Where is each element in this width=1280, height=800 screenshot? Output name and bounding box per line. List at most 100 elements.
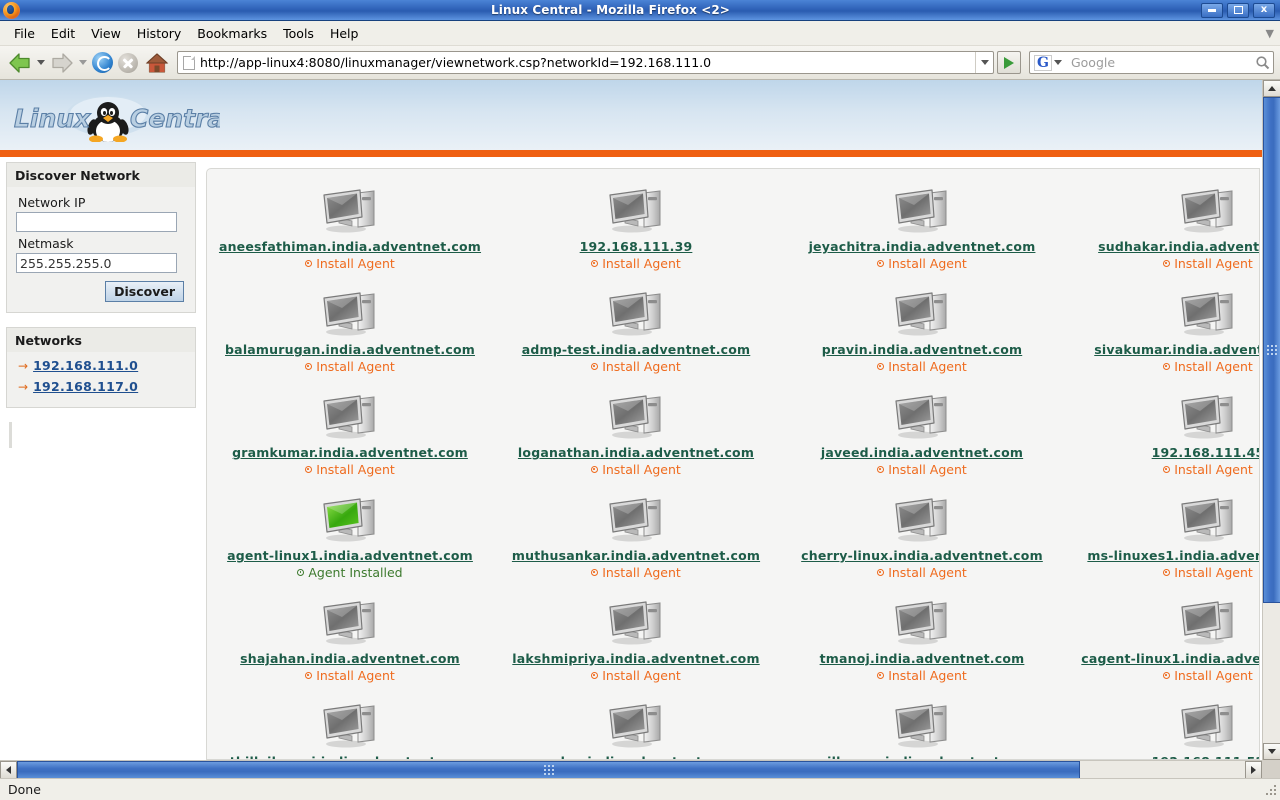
install-agent-link[interactable]: Install Agent [1163, 462, 1253, 477]
host-name-link[interactable]: 192.168.111.39 [580, 239, 693, 254]
install-agent-link[interactable]: Install Agent [305, 462, 395, 477]
url-history-dropdown-icon[interactable] [975, 52, 993, 73]
menu-view[interactable]: View [83, 23, 129, 44]
install-agent-link[interactable]: Install Agent [591, 462, 681, 477]
host-name-link[interactable]: ms-linuxes1.india.adventnet.com [1087, 548, 1259, 563]
scroll-right-button[interactable] [1245, 761, 1262, 779]
host-cell: ms-linuxes1.india.adventnet.com Install A… [1065, 488, 1259, 591]
host-name-link[interactable]: tmanoj.india.adventnet.com [820, 651, 1025, 666]
computer-icon [1176, 494, 1240, 547]
restore-button[interactable] [1227, 2, 1249, 18]
host-cell: admp-test.india.adventnet.com Install Age… [493, 282, 779, 385]
vertical-scrollbar-thumb[interactable] [1263, 97, 1280, 603]
network-link-192-168-117-0[interactable]: 192.168.117.0 [33, 379, 138, 394]
discover-button[interactable]: Discover [105, 281, 184, 302]
window-title: Linux Central - Mozilla Firefox <2> [491, 3, 730, 17]
network-ip-input[interactable] [16, 212, 177, 232]
sidebar: Discover Network Network IP Netmask 255.… [6, 162, 196, 448]
install-agent-link[interactable]: Install Agent [1163, 256, 1253, 271]
install-agent-link[interactable]: Install Agent [591, 668, 681, 683]
search-icon[interactable] [1251, 55, 1273, 70]
computer-icon [895, 601, 947, 645]
host-name-link[interactable]: cherry-linux.india.adventnet.com [801, 548, 1043, 563]
install-agent-link[interactable]: Install Agent [877, 462, 967, 477]
host-name-link[interactable]: muthusankar.india.adventnet.com [512, 548, 760, 563]
host-cell: anilkumar.india.adventnet.comInstall Age… [779, 694, 1065, 759]
menu-bookmarks[interactable]: Bookmarks [189, 23, 275, 44]
computer-icon [1181, 498, 1233, 542]
resize-grip-icon[interactable] [1264, 783, 1278, 797]
install-agent-link[interactable]: Install Agent [877, 668, 967, 683]
host-name-link[interactable]: lakshmipriya.india.adventnet.com [512, 651, 759, 666]
host-name-link[interactable]: admp-test.india.adventnet.com [522, 342, 751, 357]
menu-help[interactable]: Help [322, 23, 367, 44]
install-agent-link[interactable]: Install Agent [1163, 359, 1253, 374]
reload-icon[interactable] [92, 52, 113, 73]
menu-edit[interactable]: Edit [43, 23, 83, 44]
computer-icon [1181, 189, 1233, 233]
host-name-link[interactable]: sudhakar.india.adventnet.com [1098, 239, 1259, 254]
discover-network-title: Discover Network [7, 163, 195, 187]
host-name-link[interactable]: agent-linux1.india.adventnet.com [227, 548, 473, 563]
install-agent-link[interactable]: Install Agent [1163, 668, 1253, 683]
host-name-link[interactable]: gramkumar.india.adventnet.com [232, 445, 468, 460]
network-list-item[interactable]: → 192.168.117.0 [16, 376, 186, 397]
menu-file[interactable]: File [6, 23, 43, 44]
host-name-link[interactable]: jeyachitra.india.adventnet.com [809, 239, 1036, 254]
linux-central-logo[interactable]: Linux Central [10, 94, 234, 143]
host-cell: 192.168.111.45 Install Agent [1065, 385, 1259, 488]
install-agent-link[interactable]: Install Agent [1163, 565, 1253, 580]
url-input[interactable]: http://app-linux4:8080/linuxmanager/view… [200, 55, 975, 70]
host-cell: pravin.india.adventnet.com Install Agent [779, 282, 1065, 385]
horizontal-scrollbar-thumb[interactable] [17, 761, 1080, 779]
firefox-icon [3, 1, 20, 19]
netmask-input[interactable]: 255.255.255.0 [16, 253, 177, 273]
install-agent-link[interactable]: Install Agent [591, 359, 681, 374]
host-cell: sudhakar.india.adventnet.com Install Agen… [1065, 179, 1259, 282]
host-name-link[interactable]: javeed.india.adventnet.com [821, 445, 1023, 460]
menu-tools[interactable]: Tools [275, 23, 322, 44]
search-engine-dropdown-icon[interactable] [1053, 60, 1062, 65]
host-name-link[interactable]: 192.168.111.45 [1152, 445, 1259, 460]
menu-history[interactable]: History [129, 23, 189, 44]
home-icon[interactable] [145, 52, 169, 74]
horizontal-scrollbar[interactable] [0, 760, 1262, 779]
host-grid: aneesfathiman.india.adventnet.com Install… [207, 179, 1259, 759]
url-bar[interactable]: http://app-linux4:8080/linuxmanager/view… [177, 51, 994, 74]
install-agent-link[interactable]: Install Agent [591, 565, 681, 580]
back-dropdown-icon[interactable] [37, 60, 45, 65]
network-list-item[interactable]: → 192.168.111.0 [16, 355, 186, 376]
install-agent-link[interactable]: Install Agent [305, 256, 395, 271]
host-cell: 192.168.111.52Install Agent [1065, 694, 1259, 759]
host-name-link[interactable]: pravin.india.adventnet.com [822, 342, 1022, 357]
vertical-scrollbar[interactable] [1262, 80, 1280, 760]
host-cell: shajahan.india.adventnet.com Install Agen… [207, 591, 493, 694]
back-icon[interactable] [6, 49, 34, 77]
status-bar: Done [0, 778, 1280, 800]
install-agent-link[interactable]: Install Agent [877, 256, 967, 271]
install-agent-link[interactable]: Install Agent [305, 668, 395, 683]
install-agent-link[interactable]: Install Agent [877, 359, 967, 374]
host-name-link[interactable]: balamurugan.india.adventnet.com [225, 342, 475, 357]
forward-dropdown-icon[interactable] [79, 60, 87, 65]
host-name-link[interactable]: sivakumar.india.adventnet.com [1094, 342, 1259, 357]
host-name-link[interactable]: aneesfathiman.india.adventnet.com [219, 239, 481, 254]
toolbar-expander-icon[interactable]: ▼ [1266, 27, 1274, 40]
host-name-link[interactable]: loganathan.india.adventnet.com [518, 445, 754, 460]
host-name-link[interactable]: cagent-linux1.india.adventnet.com [1081, 651, 1259, 666]
computer-icon [890, 597, 954, 650]
scroll-left-button[interactable] [0, 761, 17, 779]
search-input[interactable]: Google [1065, 55, 1251, 70]
network-link-192-168-111-0[interactable]: 192.168.111.0 [33, 358, 138, 373]
scroll-up-button[interactable] [1263, 80, 1280, 97]
install-agent-link[interactable]: Install Agent [591, 256, 681, 271]
minimize-button[interactable] [1201, 2, 1223, 18]
host-name-link[interactable]: shajahan.india.adventnet.com [240, 651, 460, 666]
install-agent-link[interactable]: Install Agent [877, 565, 967, 580]
search-bar[interactable]: G Google [1029, 51, 1274, 74]
go-button[interactable] [997, 51, 1021, 74]
menu-bar: File Edit View History Bookmarks Tools H… [0, 21, 1280, 46]
install-agent-link[interactable]: Install Agent [305, 359, 395, 374]
close-button[interactable]: x [1253, 2, 1275, 18]
scroll-down-button[interactable] [1263, 743, 1280, 760]
